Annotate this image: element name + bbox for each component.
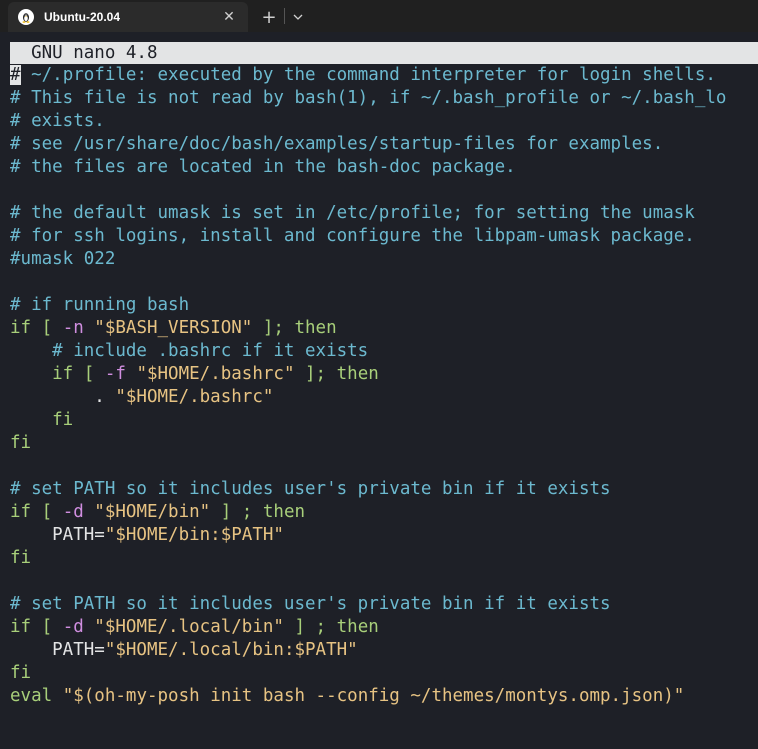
editor-line[interactable]: #umask 022 [10,248,726,271]
editor-line[interactable]: # set PATH so it includes user's private… [10,593,726,616]
editor-line[interactable] [10,271,726,294]
editor-line[interactable]: # This file is not read by bash(1), if ~… [10,87,726,110]
code-token: "$HOME/.local/bin" [83,617,284,637]
code-token: -n [62,318,84,338]
editor-line[interactable]: fi [10,547,726,570]
code-token: fi [10,548,32,568]
code-token: fi [10,663,32,683]
linux-tux-icon [18,9,34,25]
code-token: ~/.profile: executed by the command inte… [20,65,716,85]
code-token: "$HOME/.bashrc" [125,364,295,384]
editor-line[interactable] [10,455,726,478]
code-token: if [ [10,502,63,522]
editor-line[interactable]: fi [10,662,726,685]
code-token: # if running bash [10,295,190,315]
editor-line[interactable]: if [ -f "$HOME/.bashrc" ]; then [10,363,726,386]
code-token: ]; then [294,364,379,384]
editor-buffer[interactable]: # ~/.profile: executed by the command in… [10,64,726,708]
code-token: PATH= [10,525,105,545]
editor-line[interactable]: # set PATH so it includes user's private… [10,478,726,501]
editor-line[interactable]: # ~/.profile: executed by the command in… [10,64,726,87]
code-token: "$HOME/.local/bin:$PATH" [104,640,358,660]
code-token: -d [62,502,84,522]
code-token: "$BASH_VERSION" [83,318,253,338]
code-token: -d [62,617,84,637]
editor-line[interactable]: # see /usr/share/doc/bash/examples/start… [10,133,726,156]
code-token: #umask 022 [10,249,116,269]
code-token: "$HOME/bin:$PATH" [104,525,284,545]
editor-line[interactable]: fi [10,409,726,432]
editor-line[interactable]: PATH="$HOME/.local/bin:$PATH" [10,639,726,662]
editor-line[interactable]: eval "$(oh-my-posh init bash --config ~/… [10,685,726,708]
code-token: PATH= [10,640,105,660]
code-token: . [10,387,116,407]
editor-line[interactable] [10,179,726,202]
code-token: if [ [10,364,105,384]
editor-line[interactable] [10,570,726,593]
code-token: -f [104,364,126,384]
code-token: # This file is not read by bash(1), if ~… [10,88,727,108]
code-token: if [ [10,617,63,637]
code-token: # exists. [10,111,105,131]
editor-line[interactable]: PATH="$HOME/bin:$PATH" [10,524,726,547]
editor-line[interactable]: # the default umask is set in /etc/profi… [10,202,726,225]
chevron-down-icon[interactable] [285,2,311,32]
new-tab-button[interactable]: + [254,2,284,32]
editor-line[interactable]: if [ -n "$BASH_VERSION" ]; then [10,317,726,340]
code-token: "$HOME/.bashrc" [115,387,274,407]
code-token: ] ; then [283,617,379,637]
code-token: "$HOME/bin" [83,502,211,522]
editor-line[interactable]: if [ -d "$HOME/bin" ] ; then [10,501,726,524]
close-icon[interactable]: ✕ [218,6,240,28]
editor-line[interactable]: # exists. [10,110,726,133]
code-token: # set PATH so it includes user's private… [10,479,611,499]
code-token: # the default umask is set in /etc/profi… [10,203,695,223]
editor-line[interactable]: # for ssh logins, install and configure … [10,225,726,248]
editor-line[interactable]: # include .bashrc if it exists [10,340,726,363]
code-token: "$(oh-my-posh init bash --config ~/theme… [62,686,685,706]
code-token: # for ssh logins, install and configure … [10,226,695,246]
tab-ubuntu[interactable]: Ubuntu-20.04 ✕ [8,2,248,32]
code-token: ]; then [252,318,337,338]
editor-line[interactable]: # the files are located in the bash-doc … [10,156,726,179]
code-token: # set PATH so it includes user's private… [10,594,611,614]
code-token: fi [10,410,74,430]
editor-line[interactable]: fi [10,432,726,455]
text-cursor: # [10,65,21,85]
editor-line[interactable]: # if running bash [10,294,726,317]
title-bar: Ubuntu-20.04 ✕ + [0,0,758,32]
terminal-area[interactable]: GNU nano 4.8 # ~/.profile: executed by t… [0,32,758,749]
editor-line[interactable]: . "$HOME/.bashrc" [10,386,726,409]
code-token: # include .bashrc if it exists [10,341,369,361]
code-token: if [ [10,318,63,338]
code-token: fi [10,433,32,453]
editor-line[interactable]: if [ -d "$HOME/.local/bin" ] ; then [10,616,726,639]
code-token: # the files are located in the bash-doc … [10,157,516,177]
code-token: eval [10,686,63,706]
code-token: ] ; then [210,502,306,522]
nano-header: GNU nano 4.8 [10,42,758,64]
code-token: # see /usr/share/doc/bash/examples/start… [10,134,664,154]
tab-title: Ubuntu-20.04 [44,10,121,24]
